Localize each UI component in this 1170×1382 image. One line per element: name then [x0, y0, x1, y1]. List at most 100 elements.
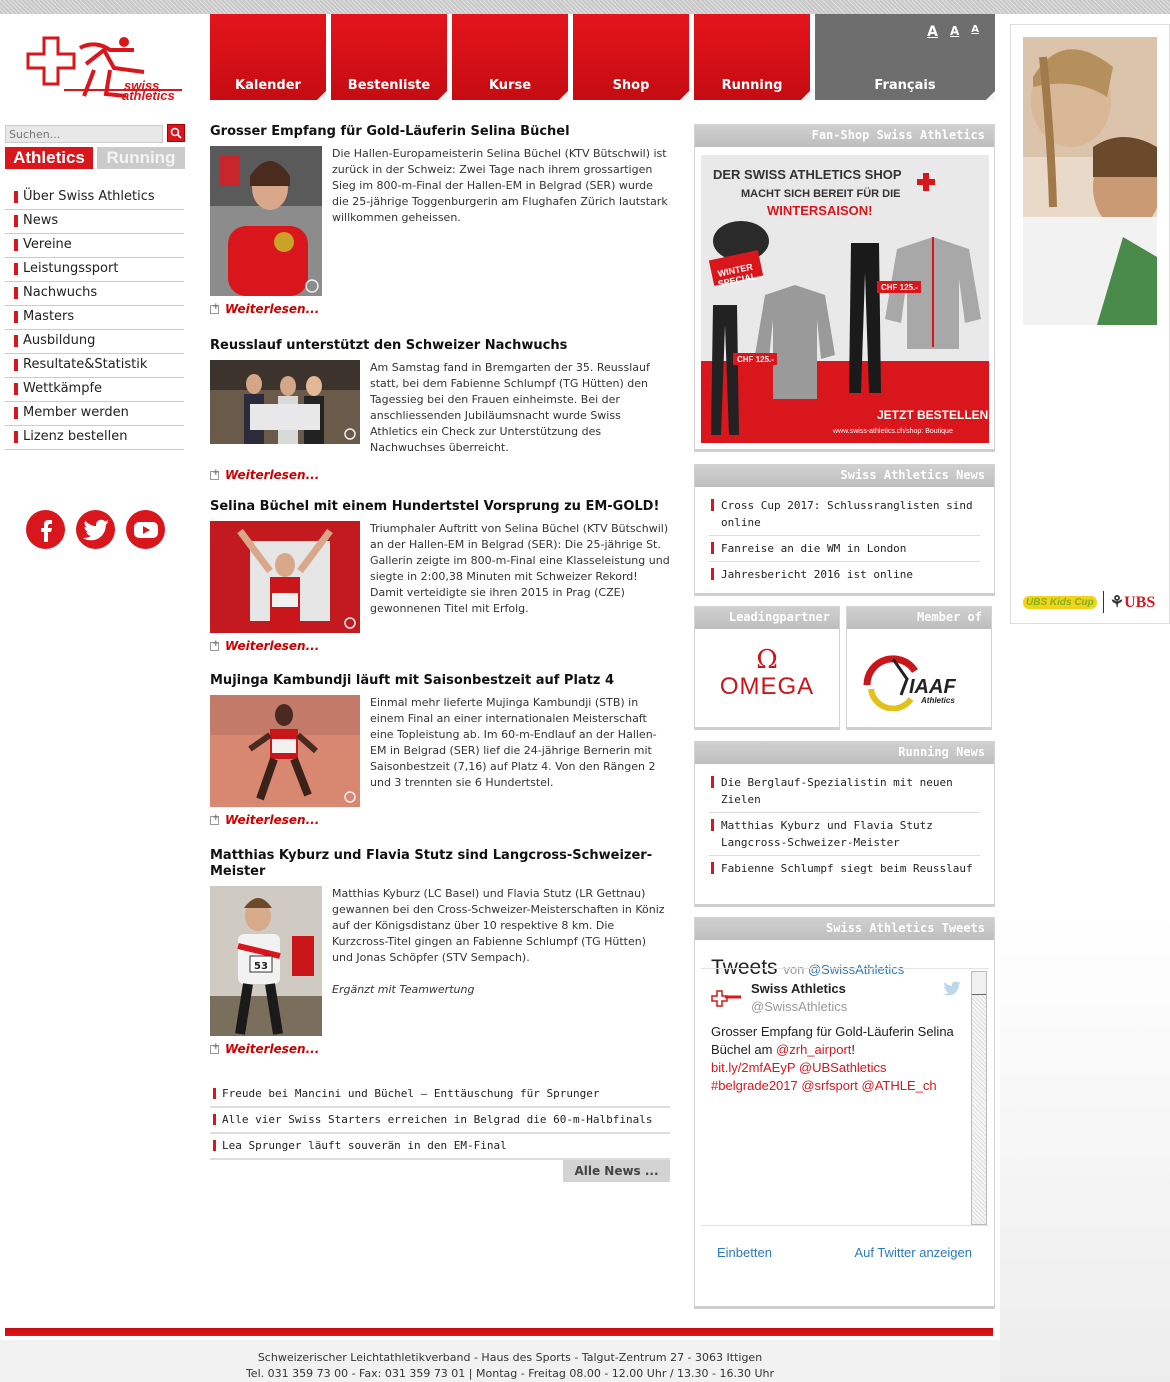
article-teaser: Triumphaler Auftritt von Selina Büchel (…	[370, 522, 670, 615]
leadingpartner-panel: Leadingpartner Ω OMEGA	[694, 606, 840, 730]
nav-kurse[interactable]: Kurse	[452, 14, 568, 100]
all-news-button[interactable]: Alle News ...	[563, 1160, 670, 1182]
left-nav-item[interactable]: Lizenz bestellen	[5, 426, 184, 450]
article-title[interactable]: Reusslauf unterstützt den Schweizer Nach…	[210, 338, 670, 354]
tweet-link[interactable]: bit.ly/2mfAEyP	[711, 1060, 795, 1075]
omega-logo[interactable]: Ω OMEGA	[695, 647, 839, 701]
search-button[interactable]	[167, 124, 185, 142]
twitter-icon[interactable]	[76, 510, 115, 549]
left-nav-item[interactable]: Ausbildung	[5, 330, 184, 354]
iaaf-text: IAAF	[909, 676, 956, 698]
nav-running[interactable]: Running	[694, 14, 810, 100]
list-item[interactable]: Die Berglauf-Spezialistin mit neuen Ziel…	[709, 770, 980, 813]
tweet-author[interactable]: Swiss Athletics	[751, 981, 846, 996]
logo-text-2: athletics	[122, 88, 175, 102]
list-item[interactable]: Fanreise an die WM in London	[709, 536, 980, 562]
article-teaser: Matthias Kyburz (LC Basel) und Flavia St…	[322, 886, 670, 1036]
read-more-link[interactable]: Weiterlesen...	[210, 302, 670, 316]
news-article: Reusslauf unterstützt den Schweizer Nach…	[210, 338, 670, 499]
tweet-author-handle[interactable]: @SwissAthletics	[751, 999, 847, 1014]
embed-link[interactable]: Einbetten	[717, 1245, 772, 1260]
fanshop-panel: Fan-Shop Swiss Athletics DER SWISS ATHLE…	[694, 124, 995, 452]
ad-line-1: DER SWISS ATHLETICS SHOP	[713, 167, 902, 182]
ubs-logo[interactable]: ⚘UBS	[1110, 592, 1155, 612]
left-nav-item[interactable]: Vereine	[5, 234, 184, 258]
tweet-mention[interactable]: @zrh_airport	[776, 1042, 851, 1057]
kidscup-logo[interactable]: UBS Kids Cup	[1023, 595, 1097, 609]
article-title[interactable]: Matthias Kyburz und Flavia Stutz sind La…	[210, 848, 670, 880]
left-nav-item[interactable]: Wettkämpfe	[5, 378, 184, 402]
nav-kalender[interactable]: Kalender	[210, 14, 326, 100]
nav-language[interactable]: A A A Français	[815, 14, 995, 100]
article-title[interactable]: Mujinga Kambundji läuft mit Saisonbestze…	[210, 673, 670, 689]
language-label: Français	[874, 78, 936, 93]
search-input[interactable]	[5, 125, 163, 143]
font-size-large[interactable]: A	[927, 24, 938, 40]
tweet-timeline[interactable]: Swiss Athletics @SwissAthletics Grosser …	[701, 968, 989, 1226]
ad-cta: JETZT BESTELLEN!	[877, 408, 989, 422]
left-nav-item[interactable]: Member werden	[5, 402, 184, 426]
sponsor-ad[interactable]: UBS Kids Cup ⚘UBS	[1010, 24, 1170, 624]
font-size-medium[interactable]: A	[950, 24, 959, 40]
article-image[interactable]	[210, 360, 360, 456]
article-title[interactable]: Selina Büchel mit einem Hundertstel Vors…	[210, 499, 670, 515]
panel-title: Swiss Athletics Tweets	[695, 918, 994, 940]
panel-title: Fan-Shop Swiss Athletics	[695, 125, 994, 147]
site-tabs: Athletics Running	[5, 147, 185, 169]
nav-bestenliste[interactable]: Bestenliste	[331, 14, 447, 100]
iaaf-sub: Athletics	[920, 696, 955, 705]
tweet-mention[interactable]: @UBSathletics	[799, 1060, 887, 1075]
font-size-small[interactable]: A	[971, 24, 979, 40]
left-nav-item[interactable]: News	[5, 210, 184, 234]
tab-running[interactable]: Running	[97, 147, 185, 169]
list-item[interactable]: Alle vier Swiss Starters erreichen in Be…	[210, 1108, 670, 1134]
view-on-twitter-link[interactable]: Auf Twitter anzeigen	[854, 1245, 972, 1260]
article-teaser: Am Samstag fand in Bremgarten der 35. Re…	[370, 361, 650, 454]
article-image[interactable]: 53	[210, 886, 322, 1036]
list-item[interactable]: Freude bei Mancini und Büchel – Enttäusc…	[210, 1082, 670, 1108]
news-article: Grosser Empfang für Gold-Läuferin Selina…	[210, 124, 670, 338]
left-nav-item[interactable]: Über Swiss Athletics	[5, 186, 184, 210]
avatar[interactable]	[711, 985, 743, 1011]
panel-title: Swiss Athletics News	[695, 465, 994, 487]
font-size-switch: A A A	[927, 24, 979, 40]
panel-title: Leadingpartner	[695, 607, 839, 629]
news-article: Mujinga Kambundji läuft mit Saisonbestze…	[210, 673, 670, 848]
list-item[interactable]: Cross Cup 2017: Schlussranglisten sind o…	[709, 493, 980, 536]
article-teaser: Die Hallen-Europameisterin Selina Büchel…	[332, 147, 668, 224]
article-note: Ergänzt mit Teamwertung	[332, 983, 475, 996]
panel-title: Member of	[847, 607, 991, 629]
youtube-icon[interactable]	[126, 510, 165, 549]
nav-shop[interactable]: Shop	[573, 14, 689, 100]
svg-text:53: 53	[254, 961, 268, 972]
left-nav-item[interactable]: Masters	[5, 306, 184, 330]
tweet-scrollbar[interactable]	[971, 971, 987, 1225]
site-logo[interactable]: swiss athletics	[24, 34, 186, 105]
left-nav-item[interactable]: Resultate&Statistik	[5, 354, 184, 378]
sponsor-logos: UBS Kids Cup ⚘UBS	[1023, 591, 1155, 613]
list-item[interactable]: Jahresbericht 2016 ist online	[709, 562, 980, 587]
list-item[interactable]: Matthias Kyburz und Flavia Stutz Langcro…	[709, 813, 980, 856]
iaaf-logo[interactable]: IAAF Athletics	[863, 651, 979, 714]
article-image[interactable]	[210, 146, 322, 296]
list-item[interactable]: Fabienne Schlumpf siegt beim Reusslauf	[709, 856, 980, 881]
facebook-icon[interactable]	[26, 510, 65, 549]
article-image[interactable]	[210, 695, 360, 807]
top-strip	[0, 0, 1170, 14]
left-nav-item[interactable]: Leistungssport	[5, 258, 184, 282]
list-item[interactable]: Lea Sprunger läuft souverän in den EM-Fi…	[210, 1134, 670, 1160]
read-more-link[interactable]: Weiterlesen...	[210, 468, 670, 482]
ad-photo	[1023, 37, 1157, 325]
read-more-link[interactable]: Weiterlesen...	[210, 1042, 670, 1056]
article-teaser: Einmal mehr lieferte Mujinga Kambundji (…	[370, 696, 657, 789]
left-nav-item[interactable]: Nachwuchs	[5, 282, 184, 306]
news-article: Matthias Kyburz und Flavia Stutz sind La…	[210, 848, 670, 1056]
tweet-tags[interactable]: #belgrade2017 @srfsport @ATHLE_ch	[711, 1078, 937, 1093]
read-more-link[interactable]: Weiterlesen...	[210, 639, 670, 653]
tab-athletics[interactable]: Athletics	[5, 147, 93, 169]
read-more-link[interactable]: Weiterlesen...	[210, 813, 670, 827]
article-title[interactable]: Grosser Empfang für Gold-Läuferin Selina…	[210, 124, 670, 140]
article-image[interactable]	[210, 521, 360, 633]
fanshop-banner[interactable]: DER SWISS ATHLETICS SHOP MACHT SICH BERE…	[701, 155, 992, 446]
footer-address: Schweizerischer Leichtathletikverband - …	[257, 1351, 763, 1364]
